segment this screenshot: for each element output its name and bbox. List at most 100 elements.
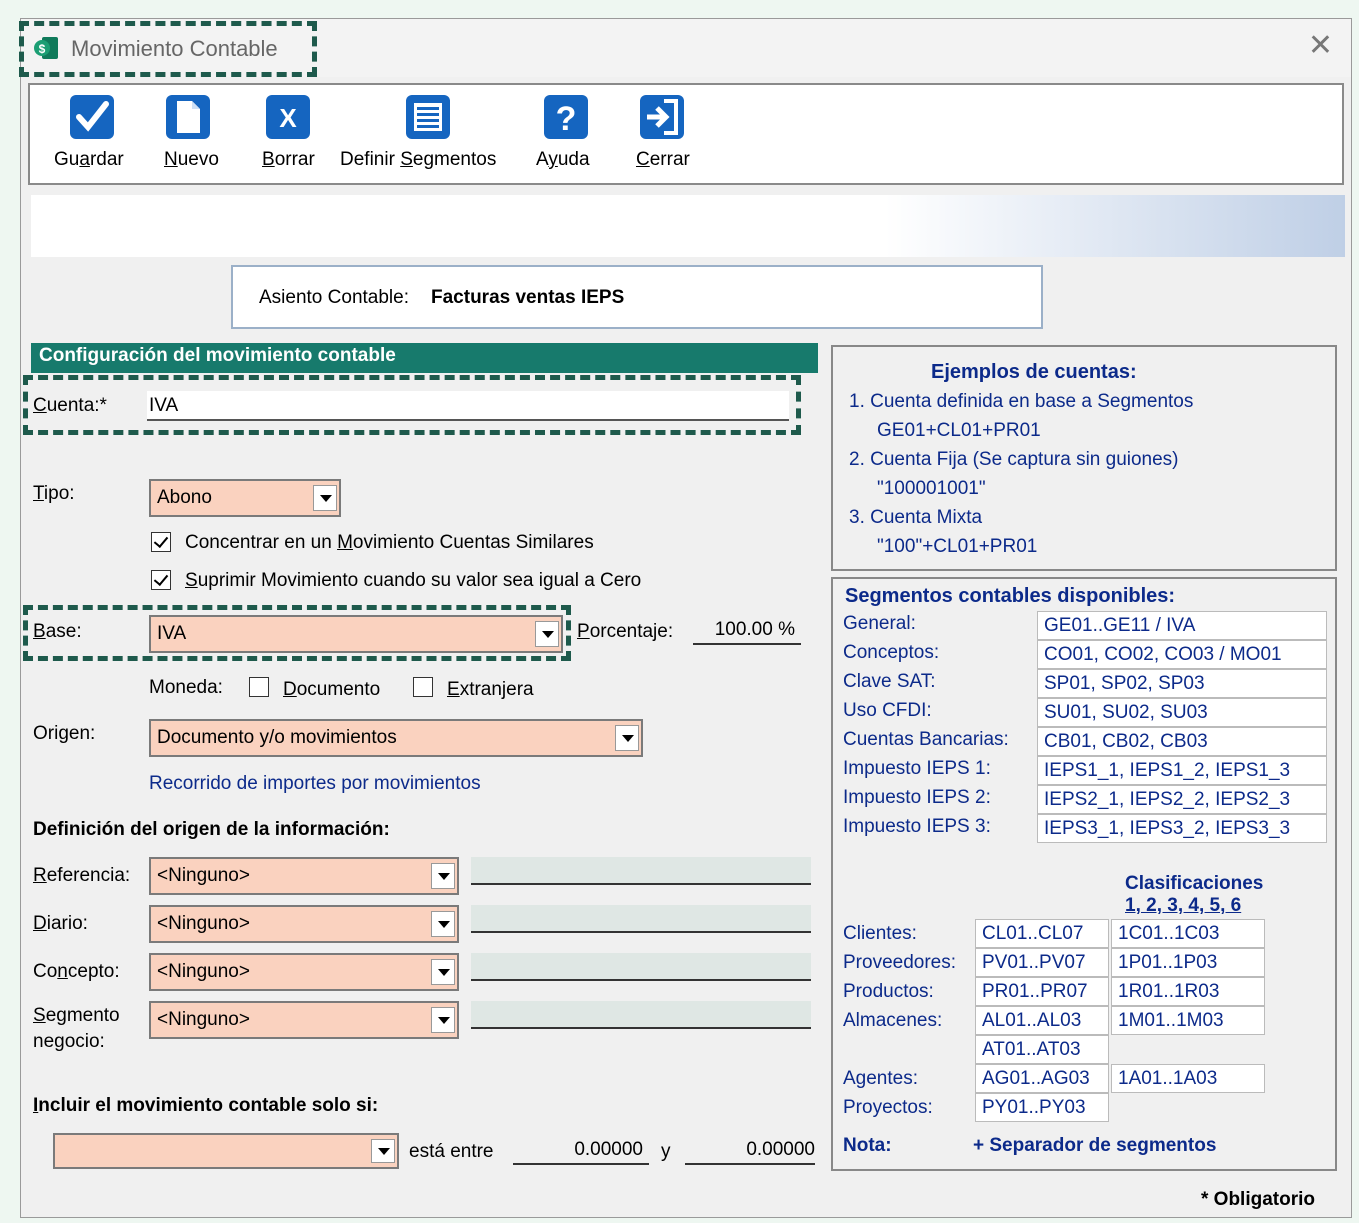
referencia-detail — [471, 857, 811, 885]
concepto-detail — [471, 953, 811, 981]
segmento-select[interactable]: <Ninguno> — [149, 1001, 459, 1039]
segmento-row-label: Cuentas Bancarias: — [843, 729, 1009, 750]
guardar-button[interactable]: Guardar — [50, 85, 134, 185]
tipo-label: Tipo: — [33, 483, 75, 505]
segmento-row-label: Clave SAT: — [843, 671, 936, 692]
borrar-label-post: orrar — [274, 149, 315, 170]
segmento-row-value: IEPS2_1, IEPS2_2, IEPS2_3 — [1037, 785, 1327, 814]
incluir-title-post: ncluir el movimiento contable solo si: — [38, 1095, 379, 1116]
clasif-row-clas: 1M01..1M03 — [1111, 1006, 1265, 1035]
delete-icon: X — [266, 95, 310, 139]
esta-entre-label: está entre — [409, 1141, 494, 1162]
obligatorio-note: * Obligatorio — [1201, 1189, 1315, 1210]
close-icon[interactable]: ✕ — [1308, 31, 1333, 61]
concentrar-label-pre: Concentrar en un — [185, 532, 338, 553]
header-banner — [31, 195, 1345, 257]
ayuda-button[interactable]: ? Ayuda — [534, 85, 600, 185]
diario-detail — [471, 905, 811, 933]
definir-label-pre: Definir — [340, 149, 401, 170]
concepto-label: Concepto: — [33, 961, 120, 983]
diario-select[interactable]: <Ninguno> — [149, 905, 459, 943]
extranjera-label-key: E — [447, 679, 460, 700]
suprimir-label-key: S — [185, 570, 198, 591]
chevron-down-icon — [431, 863, 455, 889]
guardar-label-key: a — [79, 149, 90, 170]
referencia-label: Referencia: — [33, 865, 130, 887]
clasif-row-seg: AG01..AG03 — [975, 1064, 1109, 1093]
ayuda-label-pre: A — [536, 149, 549, 170]
diario-label-post: iario: — [46, 913, 88, 934]
concentrar-label-post: ovimiento Cuentas Similares — [352, 532, 594, 553]
chevron-down-icon — [431, 959, 455, 985]
extranjera-checkbox[interactable] — [413, 677, 433, 697]
clasif-row-clas: 1R01..1R03 — [1111, 977, 1265, 1006]
origen-label: Origen: — [33, 723, 95, 745]
segmento-row-label: General: — [843, 613, 916, 634]
documento-label-key: D — [283, 679, 297, 700]
suprimir-label-post: uprimir Movimiento cuando su valor sea i… — [197, 570, 642, 591]
cerrar-button[interactable]: Cerrar — [630, 85, 696, 185]
borrar-button[interactable]: X Borrar — [254, 85, 324, 185]
clasif-row-seg: AL01..AL03 — [975, 1006, 1109, 1035]
ejemplos-line: 2. Cuenta Fija (Se captura sin guiones) — [849, 449, 1179, 470]
cuenta-highlight — [23, 375, 801, 435]
definir-segmentos-button[interactable]: Definir Segmentos — [340, 85, 516, 185]
incluir-from-input[interactable]: 0.00000 — [513, 1137, 649, 1165]
suprimir-checkbox[interactable] — [151, 570, 171, 590]
base-highlight — [23, 605, 571, 661]
ayuda-label-key: y — [548, 149, 558, 170]
list-icon — [406, 95, 450, 139]
toolbar: Guardar Nuevo X Borrar Definir Segmentos… — [28, 83, 1344, 185]
clasif-row-clas: 1C01..1C03 — [1111, 919, 1265, 948]
help-icon: ? — [544, 95, 588, 139]
origen-select[interactable]: Documento y/o movimientos — [149, 719, 643, 757]
tipo-label-post: ipo: — [43, 483, 75, 504]
clasif-row-clas: 1A01..1A03 — [1111, 1064, 1265, 1093]
ejemplos-line: GE01+CL01+PR01 — [877, 420, 1041, 441]
nota-text: + Separador de segmentos — [973, 1135, 1217, 1156]
concepto-label-post: cepto: — [67, 961, 120, 982]
tipo-label-key: T — [33, 483, 44, 504]
diario-label: Diario: — [33, 913, 88, 935]
origen-value: Documento y/o movimientos — [157, 727, 397, 748]
segmento-label: Segmento — [33, 1005, 120, 1027]
tipo-select[interactable]: Abono — [149, 479, 341, 517]
concepto-select[interactable]: <Ninguno> — [149, 953, 459, 991]
movimiento-contable-window: $ Movimiento Contable ✕ Guardar Nuevo X — [19, 18, 1352, 1218]
svg-text:X: X — [279, 103, 297, 133]
clasif-row-seg: CL01..CL07 — [975, 919, 1109, 948]
definir-label-post: egmentos — [412, 149, 497, 170]
ejemplos-line: "100001001" — [877, 478, 986, 499]
asiento-label: Asiento Contable: — [259, 287, 409, 308]
extranjera-label: Extranjera — [447, 679, 534, 701]
segmento-detail — [471, 1001, 811, 1029]
ayuda-label-post: uda — [557, 149, 590, 170]
porcentaje-label-key: P — [577, 621, 590, 642]
recorrido-link[interactable]: Recorrido de importes por movimientos — [149, 773, 481, 795]
concentrar-checkbox[interactable] — [151, 532, 171, 552]
definir-label-key: S — [400, 149, 413, 170]
documento-checkbox[interactable] — [249, 677, 269, 697]
incluir-select[interactable] — [53, 1133, 399, 1169]
segmento-label-line2: negocio: — [33, 1031, 105, 1052]
title-highlight — [19, 21, 317, 77]
clasif-row-seg: PV01..PV07 — [975, 948, 1109, 977]
segmento-row-label: Uso CFDI: — [843, 700, 932, 721]
borrar-label-key: B — [262, 149, 275, 170]
concepto-value: <Ninguno> — [157, 961, 250, 982]
clasif-row-seg: PY01..PY03 — [975, 1093, 1109, 1122]
nuevo-button[interactable]: Nuevo — [152, 85, 232, 185]
porcentaje-input[interactable]: 100.00 % — [693, 617, 801, 645]
segmento-row-value: IEPS1_1, IEPS1_2, IEPS1_3 — [1037, 756, 1327, 785]
referencia-label-key: R — [33, 865, 47, 886]
guardar-label-post: rdar — [89, 149, 124, 170]
clasif-row-label: Proveedores: — [843, 952, 957, 973]
exit-door-icon — [640, 95, 684, 139]
incluir-to-input[interactable]: 0.00000 — [685, 1137, 815, 1165]
ejemplos-title: Ejemplos de cuentas: — [931, 361, 1137, 383]
incluir-title: Incluir el movimiento contable solo si: — [33, 1095, 378, 1117]
referencia-select[interactable]: <Ninguno> — [149, 857, 459, 895]
clasif-row-label: Almacenes: — [843, 1010, 943, 1031]
clasificaciones-subtitle: 1, 2, 3, 4, 5, 6 — [1125, 895, 1242, 916]
chevron-down-icon — [371, 1139, 395, 1163]
